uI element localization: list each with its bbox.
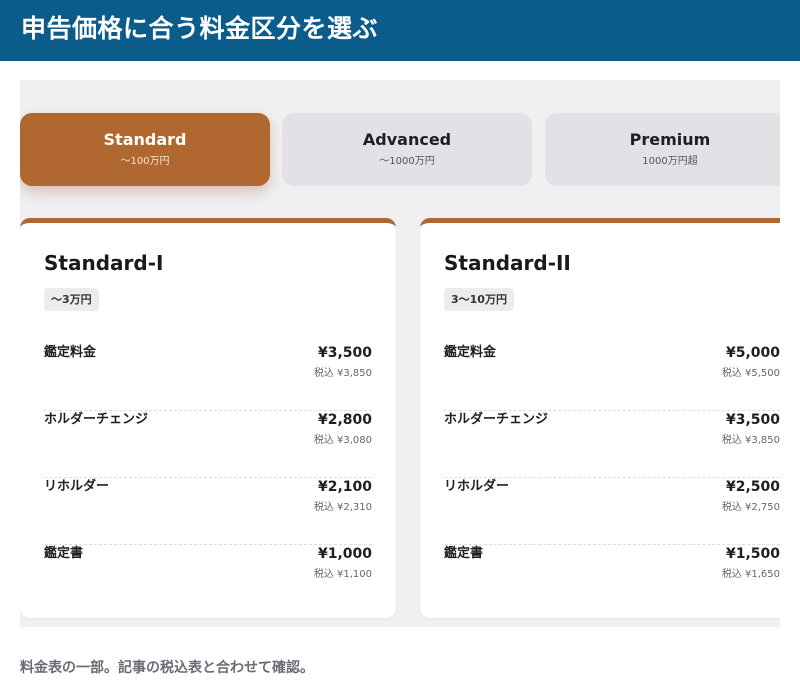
row-name: 鑑定料金 <box>444 345 497 360</box>
tab-standard-range: 〜100万円 <box>120 156 170 167</box>
row-tax-included: 税込 ¥2,310 <box>313 502 372 513</box>
row-tax-included: 税込 ¥5,500 <box>721 368 780 379</box>
row-price: ¥5,000 <box>725 345 780 361</box>
row-name: 鑑定料金 <box>44 345 97 360</box>
pricing-panel: Standard 〜100万円 Advanced 〜1000万円 Premium… <box>20 80 780 627</box>
row-name: 鑑定書 <box>44 546 84 561</box>
price-row: ホルダーチェンジ ¥3,500 税込 ¥3,850 <box>444 411 780 478</box>
row-tax-included: 税込 ¥3,080 <box>313 435 372 446</box>
row-price: ¥2,500 <box>725 479 780 495</box>
tab-advanced-range: 〜1000万円 <box>379 156 435 167</box>
price-range-badge: 3〜10万円 <box>444 288 514 311</box>
tab-advanced[interactable]: Advanced 〜1000万円 <box>282 113 532 186</box>
plan-title: Standard-I <box>44 251 164 275</box>
row-price: ¥2,100 <box>317 479 372 495</box>
row-name: ホルダーチェンジ <box>444 412 549 427</box>
row-tax-included: 税込 ¥3,850 <box>313 368 372 379</box>
page-header: 申告価格に合う料金区分を選ぶ <box>0 0 800 61</box>
row-tax-included: 税込 ¥1,650 <box>721 569 780 580</box>
price-row: 鑑定料金 ¥3,500 税込 ¥3,850 <box>44 344 372 411</box>
row-tax-included: 税込 ¥2,750 <box>721 502 780 513</box>
tab-premium[interactable]: Premium 1000万円超 <box>545 113 780 186</box>
tab-standard-label: Standard <box>103 130 187 149</box>
row-name: リホルダー <box>444 479 510 494</box>
row-price: ¥3,500 <box>317 345 372 361</box>
price-row: リホルダー ¥2,100 税込 ¥2,310 <box>44 478 372 545</box>
plan-card-standard-2: Standard-II 3〜10万円 鑑定料金 ¥5,000 税込 ¥5,500… <box>420 218 780 618</box>
tab-standard[interactable]: Standard 〜100万円 <box>20 113 270 186</box>
page-title: 申告価格に合う料金区分を選ぶ <box>21 14 379 43</box>
row-name: リホルダー <box>44 479 110 494</box>
row-tax-included: 税込 ¥3,850 <box>721 435 780 446</box>
tab-premium-label: Premium <box>629 130 711 149</box>
price-row: ホルダーチェンジ ¥2,800 税込 ¥3,080 <box>44 411 372 478</box>
caption-note: 料金表の一部。記事の税込表と合わせて確認。 <box>20 660 314 676</box>
row-price: ¥2,800 <box>317 412 372 428</box>
tab-advanced-label: Advanced <box>362 130 452 149</box>
tab-premium-range: 1000万円超 <box>642 156 698 167</box>
row-name: ホルダーチェンジ <box>44 412 149 427</box>
price-row: 鑑定書 ¥1,000 税込 ¥1,100 <box>44 545 372 612</box>
row-tax-included: 税込 ¥1,100 <box>313 569 372 580</box>
row-price: ¥3,500 <box>725 412 780 428</box>
price-range-badge: 〜3万円 <box>44 288 99 311</box>
plan-title: Standard-II <box>444 251 571 275</box>
row-name: 鑑定書 <box>444 546 484 561</box>
row-price: ¥1,000 <box>317 546 372 562</box>
row-price: ¥1,500 <box>725 546 780 562</box>
price-row: リホルダー ¥2,500 税込 ¥2,750 <box>444 478 780 545</box>
plan-card-standard-1: Standard-I 〜3万円 鑑定料金 ¥3,500 税込 ¥3,850 ホル… <box>20 218 396 618</box>
price-row: 鑑定書 ¥1,500 税込 ¥1,650 <box>444 545 780 612</box>
price-row: 鑑定料金 ¥5,000 税込 ¥5,500 <box>444 344 780 411</box>
